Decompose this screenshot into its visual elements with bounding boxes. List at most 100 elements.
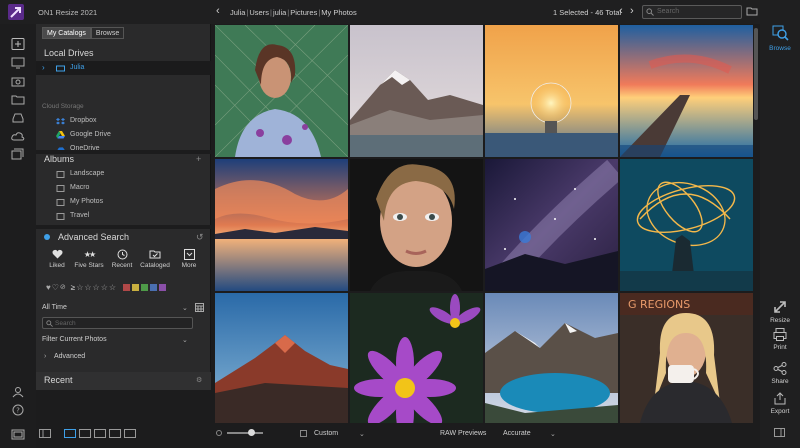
export-module-button[interactable]: Export xyxy=(760,392,800,415)
breadcrumb-item[interactable]: julia xyxy=(273,8,286,17)
quick-liked[interactable]: Liked xyxy=(42,246,72,269)
photo-thumbnail-lake-sunset[interactable] xyxy=(215,159,348,291)
clock-icon xyxy=(117,249,127,259)
panel-search-input[interactable]: Search xyxy=(42,317,193,329)
filmstrip-view-icon[interactable] xyxy=(94,429,106,438)
thumbnail-size-slider[interactable] xyxy=(227,432,263,434)
reject-filter-icon[interactable]: ⊘ xyxy=(60,283,66,291)
heart-filter-icon[interactable]: ♥ xyxy=(46,283,51,292)
color-label-purple[interactable] xyxy=(159,283,167,291)
help-icon[interactable]: ? xyxy=(11,404,25,416)
photo-thumbnail-red-mountain[interactable] xyxy=(215,293,348,425)
photo-thumbnail-face-portrait[interactable] xyxy=(350,159,483,291)
zoom-out-icon[interactable] xyxy=(216,430,222,436)
breadcrumb-item[interactable]: My Photos xyxy=(321,8,356,17)
time-filter-select[interactable]: All Time xyxy=(42,304,67,311)
module-rail: Browse Resize Print Share Export xyxy=(760,24,800,448)
detail-view-icon[interactable] xyxy=(79,429,91,438)
grid-scrollbar[interactable] xyxy=(754,28,758,120)
reset-icon[interactable]: ↺ xyxy=(196,232,204,243)
filter-current-photos-select[interactable]: Filter Current Photos xyxy=(42,336,107,343)
chevron-down-icon[interactable]: ⌄ xyxy=(550,430,556,438)
photo-thumbnail-lightbulb-sunset[interactable] xyxy=(485,25,618,157)
filmstrip-icon[interactable] xyxy=(11,429,25,441)
chevron-down-icon[interactable]: ⌄ xyxy=(182,304,188,312)
search-icon xyxy=(646,8,654,16)
breadcrumb-item[interactable]: Pictures xyxy=(290,8,317,17)
add-album-icon[interactable]: + xyxy=(196,154,201,164)
chevron-right-icon[interactable]: › xyxy=(42,63,45,72)
photo-thumbnail-milky-way[interactable] xyxy=(485,159,618,291)
camera-icon[interactable] xyxy=(11,75,25,87)
color-label-yellow[interactable] xyxy=(132,283,140,291)
album-item-travel[interactable]: Travel xyxy=(36,209,211,223)
map-view-icon[interactable] xyxy=(124,429,136,438)
album-item-macro[interactable]: Macro xyxy=(36,181,211,195)
search-input[interactable]: Search xyxy=(642,5,742,19)
cloud-icon[interactable] xyxy=(11,130,25,142)
photo-thumbnail-pier-sunset[interactable] xyxy=(620,25,753,157)
breadcrumb-item[interactable]: Julia xyxy=(230,8,245,17)
square-thumbnails-checkbox[interactable] xyxy=(300,430,307,437)
chevron-right-icon[interactable]: › xyxy=(44,353,46,360)
album-icon xyxy=(56,185,65,192)
folder-icon[interactable] xyxy=(746,6,758,16)
grid-view-icon[interactable] xyxy=(64,429,76,438)
monitor-icon[interactable] xyxy=(11,57,25,69)
share-module-button[interactable]: Share xyxy=(760,362,800,385)
raw-previews-select[interactable]: Accurate xyxy=(503,430,531,437)
color-label-blue[interactable] xyxy=(150,283,158,291)
star-filter-icon[interactable]: ☆ xyxy=(76,283,83,292)
back-arrow-icon[interactable]: ‹ xyxy=(216,5,220,17)
layout-panel-icon[interactable] xyxy=(39,429,51,438)
sort-mode-select[interactable]: Custom xyxy=(314,430,338,437)
add-icon[interactable] xyxy=(11,38,25,50)
quick-more[interactable]: More xyxy=(174,246,204,269)
star-filter-icon[interactable]: ☆ xyxy=(101,283,108,292)
quick-five-stars[interactable]: ★★ Five Stars xyxy=(74,246,104,270)
breadcrumb-item[interactable]: Users xyxy=(249,8,269,17)
heart-outline-filter-icon[interactable]: ♡ xyxy=(52,283,59,292)
album-item-my-photos[interactable]: My Photos xyxy=(36,195,211,209)
photo-thumbnail-mountain-lake[interactable] xyxy=(485,293,618,425)
tab-browse[interactable]: Browse xyxy=(90,27,125,39)
star-filter-icon[interactable]: ☆ xyxy=(84,283,91,292)
quick-cataloged[interactable]: Cataloged xyxy=(140,246,170,269)
drive-icon[interactable] xyxy=(11,112,25,124)
photo-thumbnail-portrait-fence[interactable] xyxy=(215,25,348,157)
prev-arrow-icon[interactable]: ‹ xyxy=(619,5,623,17)
compare-view-icon[interactable] xyxy=(109,429,121,438)
color-label-red[interactable] xyxy=(123,283,131,291)
recent-section[interactable]: Recent ⚙ xyxy=(36,372,211,390)
settings-dot-icon[interactable]: ⚙ xyxy=(196,376,202,384)
folder-network-icon[interactable] xyxy=(11,94,25,106)
star-filter-icon[interactable]: ☆ xyxy=(93,283,100,292)
next-arrow-icon[interactable]: › xyxy=(630,5,634,17)
tab-my-catalogs[interactable]: My Catalogs xyxy=(42,27,91,39)
rating-comparator[interactable]: ≥ xyxy=(71,283,75,292)
advanced-search-header[interactable]: Advanced Search ↺ xyxy=(36,230,211,244)
panel-toggle-icon[interactable] xyxy=(774,428,785,437)
albums-icon[interactable] xyxy=(11,148,25,160)
photo-thumbnail-coffee-woman[interactable]: G REGIONS xyxy=(620,293,753,425)
calendar-icon[interactable] xyxy=(195,303,204,312)
photo-thumbnail-purple-flower[interactable] xyxy=(350,293,483,425)
browse-module-button[interactable]: Browse xyxy=(760,24,800,52)
resize-module-button[interactable]: Resize xyxy=(760,300,800,324)
chevron-down-icon[interactable]: ⌄ xyxy=(182,336,188,344)
photo-thumbnail-light-painting[interactable] xyxy=(620,159,753,291)
star-filter-icon[interactable]: ☆ xyxy=(109,283,116,292)
cloud-item-google-drive[interactable]: Google Drive xyxy=(36,128,211,142)
drive-item-julia[interactable]: › Julia xyxy=(36,61,211,75)
print-module-button[interactable]: Print xyxy=(760,328,800,351)
color-label-green[interactable] xyxy=(141,283,149,291)
thumbnail-size-slider-handle[interactable] xyxy=(248,429,255,436)
breadcrumb: Julia|Users|julia|Pictures|My Photos xyxy=(230,8,357,17)
album-item-landscape[interactable]: Landscape xyxy=(36,167,211,181)
chevron-down-icon[interactable]: ⌄ xyxy=(359,430,365,438)
users-icon[interactable] xyxy=(11,386,25,398)
photo-thumbnail-mountain-fjord[interactable] xyxy=(350,25,483,157)
quick-recent[interactable]: Recent xyxy=(107,246,137,269)
advanced-toggle[interactable]: Advanced xyxy=(54,353,85,360)
cloud-item-dropbox[interactable]: Dropbox xyxy=(36,114,211,128)
